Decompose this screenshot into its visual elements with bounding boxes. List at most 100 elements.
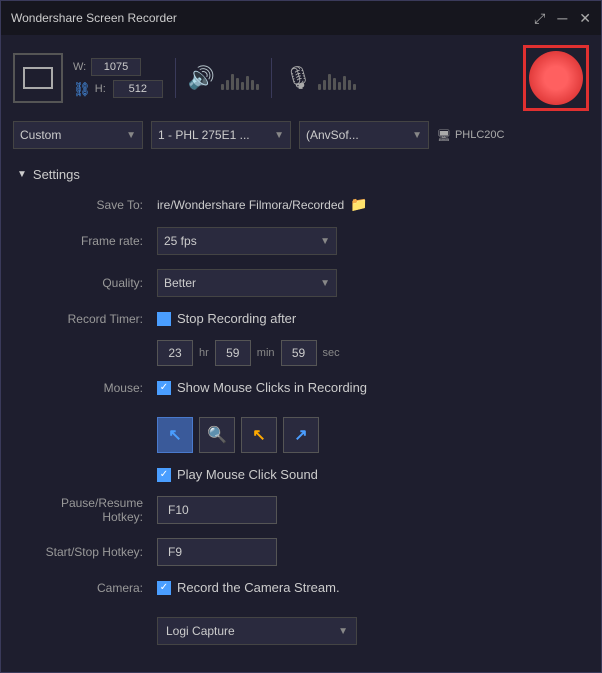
window-title: Wondershare Screen Recorder bbox=[11, 11, 177, 25]
record-camera-checkbox[interactable]: ✓ bbox=[157, 581, 171, 595]
quality-text: Better bbox=[164, 276, 196, 290]
timer-inputs-row: hr min sec bbox=[17, 340, 585, 366]
pause-hotkey-text: F10 bbox=[168, 503, 189, 517]
audio-dropdown[interactable]: 1 - PHL 275E1 ... ▼ bbox=[151, 121, 291, 149]
folder-icon[interactable]: 📁 bbox=[350, 196, 367, 213]
main-window: Wondershare Screen Recorder ⤢ ─ ✕ W: ⛓ H… bbox=[0, 0, 602, 673]
separator-2 bbox=[271, 58, 272, 98]
play-sound-row: ✓ Play Mouse Click Sound bbox=[17, 467, 585, 482]
close-button[interactable]: ✕ bbox=[579, 11, 591, 25]
volume-bar-6 bbox=[348, 80, 351, 90]
monitor-name: PHLC20C bbox=[455, 129, 505, 141]
quality-row: Quality: Better ▼ bbox=[17, 269, 585, 297]
quality-arrow: ▼ bbox=[320, 278, 330, 289]
save-to-value: ire/Wondershare Filmora/Recorded 📁 bbox=[157, 196, 585, 213]
start-stop-hotkey-value: F9 bbox=[157, 538, 585, 566]
mic-dropdown-arrow: ▼ bbox=[412, 130, 422, 141]
show-mouse-clicks-row: ✓ Show Mouse Clicks in Recording bbox=[157, 380, 367, 395]
camera-label: Camera: bbox=[17, 581, 157, 595]
settings-header[interactable]: ▼ Settings bbox=[17, 167, 585, 182]
volume-bars bbox=[221, 66, 259, 90]
pause-hotkey-row: Pause/Resume Hotkey: F10 bbox=[17, 496, 585, 524]
quality-label: Quality: bbox=[17, 276, 157, 290]
play-sound-checkbox[interactable]: ✓ bbox=[157, 468, 171, 482]
hr-unit: hr bbox=[199, 347, 209, 359]
monitor-label: 🖥 PHLC20C bbox=[437, 129, 505, 142]
show-mouse-clicks-checkbox[interactable]: ✓ bbox=[157, 381, 171, 395]
quality-value: Better ▼ bbox=[157, 269, 585, 297]
volume-bar-2 bbox=[328, 74, 331, 90]
record-button[interactable] bbox=[529, 51, 583, 105]
record-timer-row: Record Timer: Stop Recording after bbox=[17, 311, 585, 326]
cursor-btn-0[interactable]: ↖ bbox=[157, 417, 193, 453]
frame-rate-row: Frame rate: 25 fps ▼ bbox=[17, 227, 585, 255]
volume-bar-0 bbox=[318, 84, 321, 90]
frame-rate-dropdown[interactable]: 25 fps ▼ bbox=[157, 227, 337, 255]
save-to-label: Save To: bbox=[17, 198, 157, 212]
audio-section: 🔊 bbox=[188, 65, 259, 91]
min-unit: min bbox=[257, 347, 275, 359]
separator-1 bbox=[175, 58, 176, 98]
height-label: H: bbox=[95, 83, 109, 95]
stop-recording-checkbox-row: Stop Recording after bbox=[157, 311, 296, 326]
record-timer-label: Record Timer: bbox=[17, 312, 157, 326]
minimize-button[interactable]: ─ bbox=[557, 11, 567, 25]
volume-bar-5 bbox=[343, 76, 346, 90]
dropdowns-row: Custom ▼ 1 - PHL 275E1 ... ▼ (AnvSof... … bbox=[1, 121, 601, 159]
cursor-icons-row: ↖🔍↖↗ bbox=[157, 417, 319, 453]
seconds-input[interactable] bbox=[281, 340, 317, 366]
start-stop-hotkey-label: Start/Stop Hotkey: bbox=[17, 545, 157, 559]
hours-input[interactable] bbox=[157, 340, 193, 366]
resize-button[interactable]: ⤢ bbox=[534, 11, 545, 25]
custom-dropdown[interactable]: Custom ▼ bbox=[13, 121, 143, 149]
mouse-value: ✓ Show Mouse Clicks in Recording bbox=[157, 380, 585, 395]
volume-bar-3 bbox=[236, 78, 239, 90]
sec-unit: sec bbox=[323, 347, 340, 359]
camera-dropdown-row: Logi Capture ▼ bbox=[17, 609, 585, 645]
volume-bar-4 bbox=[241, 82, 244, 90]
play-sound-value: ✓ Play Mouse Click Sound bbox=[157, 467, 585, 482]
record-button-container[interactable] bbox=[523, 45, 589, 111]
stop-recording-label: Stop Recording after bbox=[177, 311, 296, 326]
width-row: W: bbox=[73, 58, 163, 76]
cursor-style-value: ↖🔍↖↗ bbox=[157, 409, 585, 453]
record-area-button[interactable] bbox=[13, 53, 63, 103]
mic-icon: 🎙 bbox=[284, 65, 312, 91]
cursor-btn-2[interactable]: ↖ bbox=[241, 417, 277, 453]
play-sound-checkbox-row: ✓ Play Mouse Click Sound bbox=[157, 467, 318, 482]
window-controls: ⤢ ─ ✕ bbox=[534, 11, 591, 25]
minutes-input[interactable] bbox=[215, 340, 251, 366]
stop-recording-checkbox[interactable] bbox=[157, 312, 171, 326]
volume-bar-6 bbox=[251, 80, 254, 90]
check-mark-2: ✓ bbox=[160, 383, 168, 393]
height-row: ⛓ H: bbox=[73, 80, 163, 98]
mic-dropdown[interactable]: (AnvSof... ▼ bbox=[299, 121, 429, 149]
camera-value: ✓ Record the Camera Stream. bbox=[157, 580, 585, 595]
start-stop-hotkey-row: Start/Stop Hotkey: F9 bbox=[17, 538, 585, 566]
start-stop-hotkey-text: F9 bbox=[168, 545, 182, 559]
quality-dropdown[interactable]: Better ▼ bbox=[157, 269, 337, 297]
speaker-icon: 🔊 bbox=[188, 65, 215, 91]
camera-row: Camera: ✓ Record the Camera Stream. bbox=[17, 580, 585, 595]
mic-section: 🎙 bbox=[284, 65, 356, 91]
cursor-btn-1[interactable]: 🔍 bbox=[199, 417, 235, 453]
camera-dropdown-text: Logi Capture bbox=[166, 624, 235, 638]
save-to-row: Save To: ire/Wondershare Filmora/Recorde… bbox=[17, 196, 585, 213]
volume-bar-0 bbox=[221, 84, 224, 90]
mic-bars bbox=[318, 66, 356, 90]
width-input[interactable] bbox=[91, 58, 141, 76]
height-input[interactable] bbox=[113, 80, 163, 98]
show-mouse-clicks-label: Show Mouse Clicks in Recording bbox=[177, 380, 367, 395]
camera-dropdown-arrow: ▼ bbox=[338, 626, 348, 637]
volume-bar-2 bbox=[231, 74, 234, 90]
frame-rate-value: 25 fps ▼ bbox=[157, 227, 585, 255]
camera-dropdown[interactable]: Logi Capture ▼ bbox=[157, 617, 357, 645]
camera-dropdown-value: Logi Capture ▼ bbox=[157, 609, 585, 645]
mouse-label: Mouse: bbox=[17, 381, 157, 395]
cursor-btn-3[interactable]: ↗ bbox=[283, 417, 319, 453]
start-stop-hotkey-display[interactable]: F9 bbox=[157, 538, 277, 566]
dimension-box: W: ⛓ H: bbox=[73, 58, 163, 98]
record-timer-value: Stop Recording after bbox=[157, 311, 585, 326]
record-area-icon bbox=[23, 67, 53, 89]
pause-hotkey-display[interactable]: F10 bbox=[157, 496, 277, 524]
